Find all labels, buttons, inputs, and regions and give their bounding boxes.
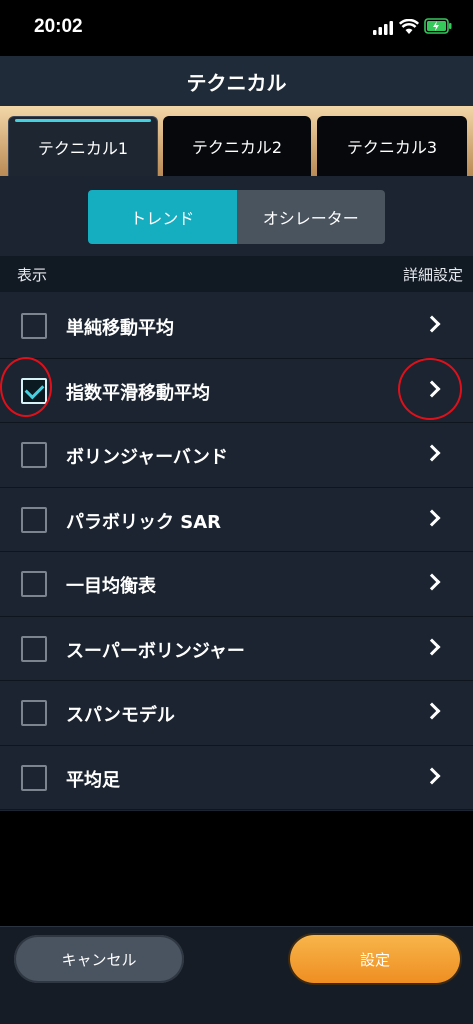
detail-settings-column-label: 詳細設定 <box>402 266 463 284</box>
indicator-row-ichimoku[interactable]: 一目均衡表 <box>0 552 473 617</box>
category-segmented-control: トレンド オシレーター <box>88 190 385 244</box>
indicator-row-heikin-ashi[interactable]: 平均足 <box>0 746 473 810</box>
indicator-label: スパンモデル <box>66 705 175 726</box>
cancel-button[interactable]: キャンセル <box>14 935 184 983</box>
status-time: 20:02 <box>34 16 83 37</box>
annotation-circle-chevron <box>398 358 462 420</box>
indicator-checkbox[interactable] <box>21 635 47 662</box>
indicator-row-sma[interactable]: 単純移動平均 <box>0 294 473 359</box>
apply-settings-button[interactable]: 設定 <box>290 935 460 983</box>
chevron-right-icon[interactable] <box>423 509 441 526</box>
indicator-checkbox[interactable] <box>21 700 47 726</box>
tab-technical-2[interactable]: テクニカル2 <box>163 116 311 176</box>
indicator-label: 指数平滑移動平均 <box>66 382 210 404</box>
indicator-checkbox[interactable] <box>21 442 47 468</box>
indicator-row-parabolic-sar[interactable]: パラボリック SAR <box>0 488 473 552</box>
indicator-label: パラボリック SAR <box>66 511 222 533</box>
indicator-row-bollinger[interactable]: ボリンジャーバンド <box>0 423 473 488</box>
empty-area <box>0 811 473 926</box>
indicator-label: 単純移動平均 <box>66 318 174 339</box>
chevron-right-icon[interactable] <box>423 315 441 333</box>
list-header: 表示 詳細設定 <box>0 256 473 292</box>
chevron-right-icon[interactable] <box>423 767 441 784</box>
segment-oscillator[interactable]: オシレーター <box>236 190 385 244</box>
indicator-row-span-model[interactable]: スパンモデル <box>0 681 473 746</box>
indicator-label: 平均足 <box>66 769 120 791</box>
indicator-checkbox[interactable] <box>21 313 47 339</box>
chevron-right-icon[interactable] <box>423 444 441 462</box>
nav-header: テクニカル <box>0 56 473 106</box>
show-column-label: 表示 <box>17 266 48 284</box>
indicator-label: 一目均衡表 <box>66 576 156 597</box>
chevron-right-icon[interactable] <box>423 702 441 720</box>
tab-technical-3[interactable]: テクニカル3 <box>317 116 467 176</box>
wifi-icon <box>399 19 419 34</box>
battery-charging-icon <box>424 18 452 34</box>
indicator-label: スーパーボリンジャー <box>66 640 245 662</box>
indicator-checkbox[interactable] <box>21 764 47 791</box>
tab-technical-1[interactable]: テクニカル1 <box>8 116 158 176</box>
page-title: テクニカル <box>186 70 287 95</box>
indicator-label: ボリンジャーバンド <box>66 447 228 468</box>
chevron-right-icon[interactable] <box>423 638 441 655</box>
indicator-row-super-bollinger[interactable]: スーパーボリンジャー <box>0 617 473 681</box>
segment-trend[interactable]: トレンド <box>88 190 237 244</box>
signal-icon <box>373 21 393 35</box>
status-bar: 20:02 <box>0 0 473 56</box>
footer-bar: キャンセル 設定 <box>0 926 473 1024</box>
annotation-circle-checkbox <box>0 357 52 417</box>
chevron-right-icon[interactable] <box>423 573 441 591</box>
indicator-checkbox[interactable] <box>21 506 47 533</box>
tab-strip: テクニカル1 テクニカル2 テクニカル3 <box>0 106 473 176</box>
indicator-checkbox[interactable] <box>21 571 47 597</box>
